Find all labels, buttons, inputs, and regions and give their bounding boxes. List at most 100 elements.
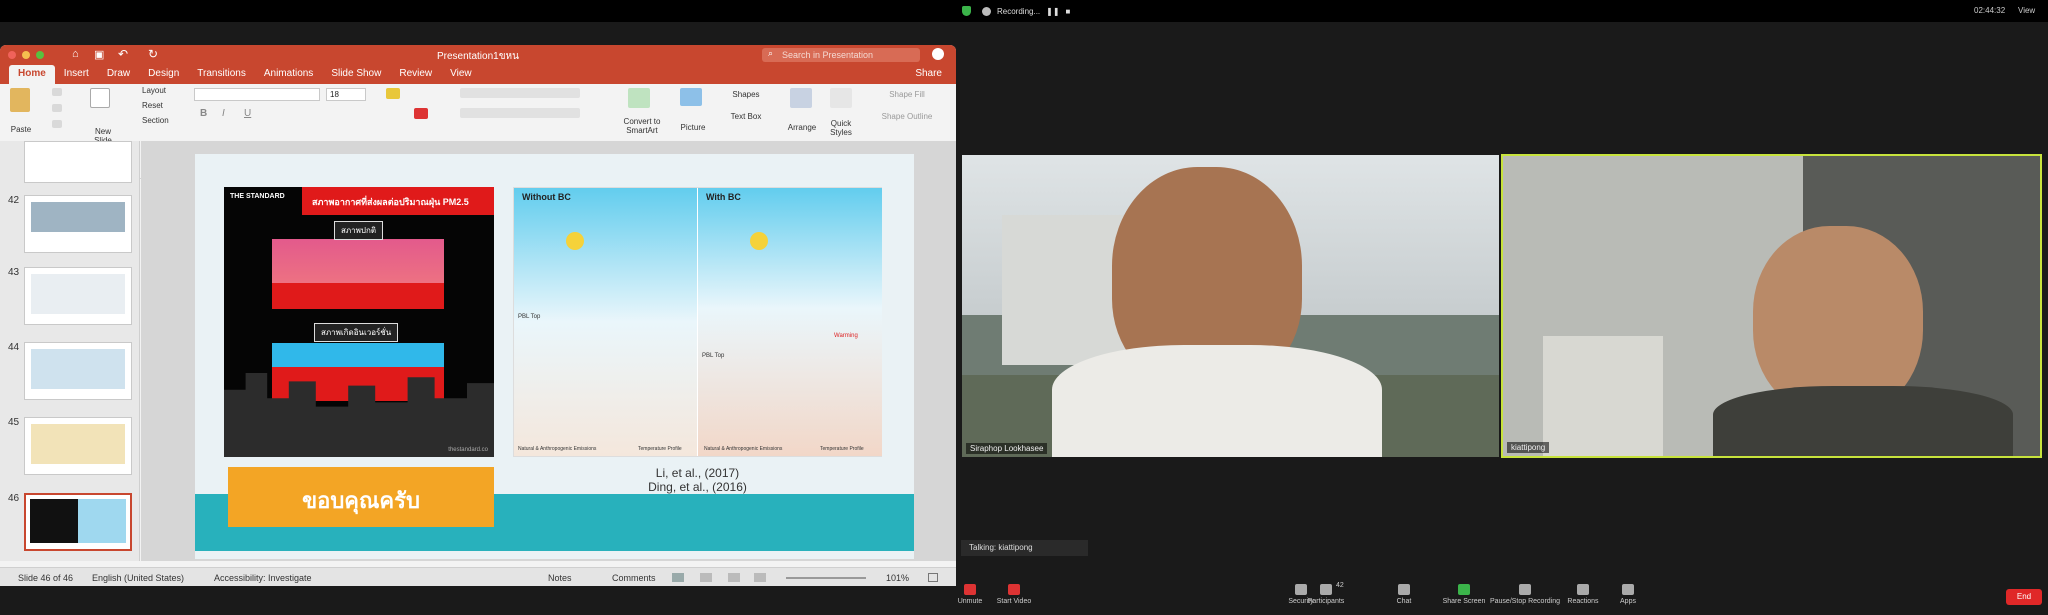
font-size-select[interactable]: 18: [326, 88, 366, 101]
end-meeting-button[interactable]: End: [2006, 589, 2042, 605]
participants-label: Participants: [1307, 598, 1345, 605]
citation-ding: Ding, et al., (2016): [648, 480, 747, 494]
shape-fill-button[interactable]: Shape Fill: [872, 90, 942, 99]
notes-button[interactable]: Notes: [548, 573, 572, 583]
start-video-button[interactable]: Start Video: [984, 584, 1044, 605]
slide-thumbnail-46[interactable]: [24, 493, 132, 551]
quick-styles-icon[interactable]: [830, 88, 852, 108]
language-status[interactable]: English (United States): [92, 573, 184, 583]
slideshow-icon[interactable]: [754, 573, 766, 582]
slide-number: 46: [8, 493, 20, 504]
convert-smartart-label: Convert to SmartArt: [623, 117, 661, 135]
tab-draw[interactable]: Draw: [98, 65, 139, 84]
current-slide[interactable]: THE STANDARD สภาพอากาศที่ส่งผลต่อปริมาณฝ…: [195, 154, 914, 559]
slide-canvas[interactable]: THE STANDARD สภาพอากาศที่ส่งผลต่อปริมาณฝ…: [141, 141, 956, 561]
smartart-icon[interactable]: [628, 88, 650, 108]
section-button[interactable]: Section: [130, 116, 176, 125]
tab-design[interactable]: Design: [139, 65, 188, 84]
person-shirt: [1052, 345, 1382, 457]
recording-indicator[interactable]: Recording... ❚❚ ■: [982, 3, 1070, 19]
cut-icon[interactable]: [52, 88, 62, 96]
participant-video-2-active-speaker[interactable]: kiattipong: [1501, 154, 2042, 458]
apps-label: Apps: [1620, 598, 1636, 605]
slide-number: 45: [8, 417, 20, 428]
participants-icon: [1320, 584, 1332, 595]
shield-icon[interactable]: [962, 6, 971, 16]
tab-transitions[interactable]: Transitions: [188, 65, 255, 84]
pm25-weather-infographic[interactable]: THE STANDARD สภาพอากาศที่ส่งผลต่อปริมาณฝ…: [224, 187, 494, 457]
participant-name: Siraphop Lookhasee: [966, 443, 1048, 454]
without-bc-panel: [514, 188, 697, 456]
underline-button[interactable]: U: [244, 108, 251, 119]
slide-thumbnail[interactable]: [24, 141, 132, 183]
emissions-label: Natural & Anthropogenic Emissions: [518, 446, 597, 452]
video-off-icon: [1008, 584, 1020, 595]
reactions-icon: [1577, 584, 1589, 595]
sun-icon: [566, 232, 584, 250]
paragraph-controls[interactable]: [460, 88, 580, 98]
font-family-select[interactable]: [194, 88, 320, 101]
text-box-button[interactable]: Text Box: [718, 112, 774, 121]
apps-icon: [1622, 584, 1634, 595]
tab-home[interactable]: Home: [9, 65, 55, 84]
share-label: Share: [915, 68, 942, 79]
tab-review[interactable]: Review: [390, 65, 441, 84]
sun-icon: [750, 232, 768, 250]
participant-video-1[interactable]: Siraphop Lookhasee: [962, 155, 1499, 457]
normal-label: สภาพปกติ: [334, 221, 384, 240]
paste-icon[interactable]: [10, 88, 30, 112]
tab-animations[interactable]: Animations: [255, 65, 322, 84]
font-color-icon[interactable]: [414, 108, 428, 119]
black-carbon-diagram[interactable]: Without BC With BC PBL Top PBL Top Warmi…: [513, 187, 882, 457]
participants-count: 42: [1336, 582, 1344, 589]
share-button[interactable]: Share: [915, 68, 942, 79]
shape-outline-button[interactable]: Shape Outline: [872, 112, 942, 121]
slide-thumbnail-42[interactable]: [24, 195, 132, 253]
slide-thumbnail-45[interactable]: [24, 417, 132, 475]
reset-button[interactable]: Reset: [130, 101, 176, 110]
meeting-clock: 02:44:32: [1974, 6, 2006, 15]
zoom-level[interactable]: 101%: [886, 573, 909, 583]
participants-button[interactable]: Participants: [1296, 584, 1356, 605]
chat-button[interactable]: Chat: [1374, 584, 1434, 605]
apps-button[interactable]: Apps: [1598, 584, 1658, 605]
format-painter-icon[interactable]: [52, 120, 62, 128]
comments-button[interactable]: Comments: [612, 573, 656, 583]
tab-view[interactable]: View: [441, 65, 481, 84]
new-slide-icon[interactable]: [90, 88, 110, 108]
italic-button[interactable]: I: [222, 108, 225, 119]
slide-sorter-icon[interactable]: [700, 573, 712, 582]
search-input[interactable]: Search in Presentation: [762, 48, 920, 62]
arrange-icon[interactable]: [790, 88, 812, 108]
reactions-label: Reactions: [1567, 598, 1599, 605]
highlight-icon[interactable]: [386, 88, 400, 99]
thank-you-box[interactable]: ขอบคุณครับ: [228, 467, 494, 527]
zoom-slider[interactable]: [786, 577, 866, 579]
pause-icon[interactable]: ❚❚: [1046, 7, 1059, 16]
reading-view-icon[interactable]: [728, 573, 740, 582]
shapes-button[interactable]: Shapes: [718, 90, 774, 99]
stop-icon[interactable]: ■: [1066, 7, 1071, 16]
chat-icon: [1398, 584, 1410, 595]
account-icon[interactable]: [932, 48, 944, 60]
normal-view-icon[interactable]: [672, 573, 684, 582]
search-icon: ⌕: [768, 48, 774, 58]
talking-indicator: Talking: kiattipong: [961, 540, 1088, 556]
tab-insert[interactable]: Insert: [55, 65, 98, 84]
slide-thumbnail-panel[interactable]: 42 43 44 45 46: [0, 141, 140, 561]
tab-slide-show[interactable]: Slide Show: [322, 65, 390, 84]
view-button[interactable]: View: [2018, 6, 2035, 15]
bold-button[interactable]: B: [200, 108, 207, 119]
picture-icon[interactable]: [680, 88, 702, 106]
record-icon: [982, 6, 991, 16]
alignment-controls[interactable]: [460, 108, 580, 118]
layout-button[interactable]: Layout: [130, 86, 176, 95]
slide-thumbnail-43[interactable]: [24, 267, 132, 325]
without-bc-title: Without BC: [522, 192, 571, 202]
copy-icon[interactable]: [52, 104, 62, 112]
slide-thumbnail-44[interactable]: [24, 342, 132, 400]
unmute-label: Unmute: [957, 598, 983, 605]
accessibility-status[interactable]: Accessibility: Investigate: [214, 573, 312, 583]
source-footer: thestandard.co: [448, 447, 488, 453]
fit-to-window-icon[interactable]: [928, 573, 938, 582]
